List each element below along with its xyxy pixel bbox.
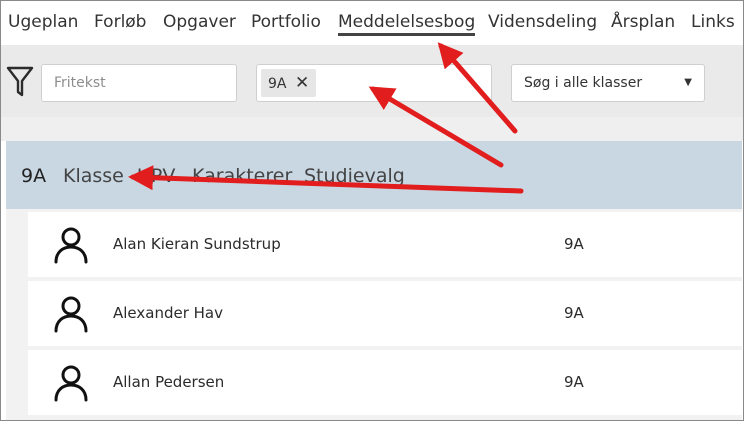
- student-row[interactable]: Alexander Hav 9A: [28, 281, 742, 346]
- filter-bar: 9A ✕ Søg i alle klasser ▼: [1, 45, 743, 117]
- student-class: 9A: [564, 373, 584, 391]
- spacer: [1, 117, 743, 141]
- nav-item-meddelelsesbog[interactable]: Meddelelsesbog: [338, 12, 476, 36]
- nav-item-forloeb[interactable]: Forløb: [94, 12, 146, 32]
- student-class: 9A: [564, 304, 584, 322]
- top-navigation: Ugeplan Forløb Opgaver Portfolio Meddele…: [1, 1, 743, 45]
- class-header: 9A Klasse UPV Karakterer Studievalg: [6, 141, 742, 209]
- tab-klasse[interactable]: Klasse: [63, 165, 124, 187]
- nav-item-aarsplan[interactable]: Årsplan: [611, 12, 675, 32]
- student-row[interactable]: Alan Kieran Sundstrup 9A: [28, 212, 742, 277]
- student-name: Allan Pedersen: [113, 373, 225, 391]
- tab-studievalg[interactable]: Studievalg: [304, 165, 405, 187]
- person-icon: [54, 365, 88, 402]
- nav-item-portfolio[interactable]: Portfolio: [251, 12, 321, 32]
- chip-remove-icon[interactable]: ✕: [295, 69, 309, 97]
- student-row[interactable]: Allan Pedersen 9A: [28, 350, 742, 415]
- app-window: Ugeplan Forløb Opgaver Portfolio Meddele…: [0, 0, 744, 421]
- nav-item-ugeplan[interactable]: Ugeplan: [8, 12, 78, 32]
- class-chip: 9A ✕: [261, 69, 317, 97]
- student-name: Alexander Hav: [113, 304, 224, 322]
- scope-select-value: Søg i alle klasser: [524, 75, 643, 91]
- tab-karakterer[interactable]: Karakterer: [192, 165, 292, 187]
- class-filter-field[interactable]: 9A ✕: [256, 64, 492, 102]
- person-icon: [54, 227, 88, 264]
- nav-item-vidensdeling[interactable]: Vidensdeling: [488, 12, 597, 32]
- triangle-down-icon: ▼: [684, 77, 692, 88]
- class-chip-label: 9A: [268, 76, 287, 92]
- nav-item-opgaver[interactable]: Opgaver: [163, 12, 236, 32]
- search-input[interactable]: [42, 65, 236, 101]
- nav-item-links[interactable]: Links: [691, 12, 735, 32]
- student-name: Alan Kieran Sundstrup: [113, 235, 281, 253]
- funnel-icon[interactable]: [6, 65, 34, 99]
- person-icon: [54, 296, 88, 333]
- tab-upv[interactable]: UPV: [137, 165, 175, 187]
- class-code: 9A: [21, 165, 47, 187]
- student-class: 9A: [564, 235, 584, 253]
- class-scope-select[interactable]: Søg i alle klasser ▼: [511, 64, 705, 102]
- student-list: Alan Kieran Sundstrup 9A Alexander Hav 9…: [6, 209, 742, 420]
- search-field: [41, 64, 237, 102]
